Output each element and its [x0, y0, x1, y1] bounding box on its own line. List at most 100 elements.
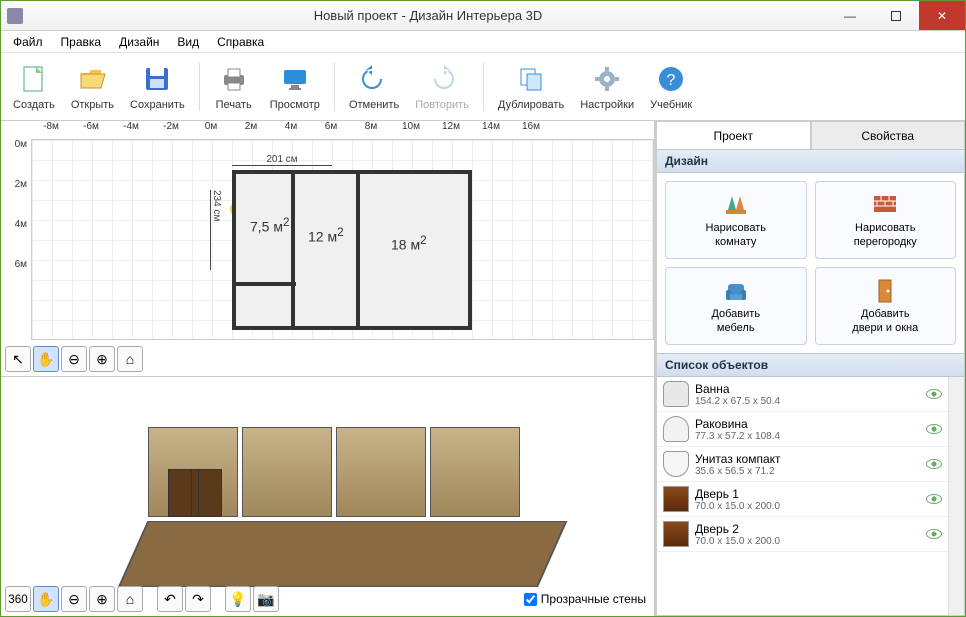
pencil-icon [722, 190, 750, 218]
left-pane: -8м-6м-4м-2м0м2м4м6м8м10м12м14м16м 0м2м4… [1, 121, 655, 616]
object-text: Ванна154.2 x 67.5 x 50.4 [695, 382, 920, 407]
2d-tool-strip: ↖ ✋ ⊖ ⊕ ⌂ [5, 346, 143, 372]
visibility-toggle[interactable] [926, 389, 942, 399]
menu-design[interactable]: Дизайн [111, 33, 167, 51]
transparent-walls-label: Прозрачные стены [541, 592, 646, 606]
duplicate-button[interactable]: Дублировать [490, 56, 572, 118]
visibility-toggle[interactable] [926, 459, 942, 469]
ruler-label: 0м [15, 139, 31, 179]
add-furniture-button[interactable]: Добавить мебель [665, 267, 807, 345]
home-view-button[interactable]: ⌂ [117, 346, 143, 372]
close-button[interactable]: ✕ [919, 1, 965, 30]
menu-help[interactable]: Справка [209, 33, 272, 51]
svg-text:?: ? [667, 72, 676, 89]
rotate-right-button[interactable]: ↷ [185, 586, 211, 612]
sink-icon [663, 416, 689, 442]
ruler-label: 6м [15, 259, 31, 299]
toolbar: Создать Открыть Сохранить Печать Просмот… [1, 53, 965, 121]
redo-icon [426, 63, 458, 95]
design-grid: Нарисовать комнату Нарисовать перегородк… [657, 173, 964, 353]
print-button[interactable]: Печать [206, 56, 262, 118]
zoom-out-button[interactable]: ⊖ [61, 346, 87, 372]
visibility-toggle[interactable] [926, 529, 942, 539]
side-tabs: Проект Свойства [656, 121, 965, 149]
new-file-icon [18, 63, 50, 95]
list-item[interactable]: Дверь 270.0 x 15.0 x 200.0 [657, 517, 948, 552]
ruler-label: -4м [111, 121, 151, 139]
ruler-label: 8м [351, 121, 391, 139]
object-name: Унитаз компакт [695, 452, 920, 466]
floorplan[interactable]: 7,5 м2 12 м2 18 м2 [232, 170, 472, 330]
section-design-head: Дизайн [657, 149, 964, 173]
preview-button[interactable]: Просмотр [262, 56, 328, 118]
ruler-vertical: 0м2м4м6м [1, 139, 31, 299]
zoom-out-3d-button[interactable]: ⊖ [61, 586, 87, 612]
zoom-in-button[interactable]: ⊕ [89, 346, 115, 372]
draw-room-button[interactable]: Нарисовать комнату [665, 181, 807, 259]
zoom-in-3d-button[interactable]: ⊕ [89, 586, 115, 612]
2d-canvas[interactable]: 201 см 234 см 7,5 м2 12 м2 18 м2 [31, 139, 654, 340]
ruler-horizontal: -8м-6м-4м-2м0м2м4м6м8м10м12м14м16м [31, 121, 654, 139]
visibility-toggle[interactable] [926, 494, 942, 504]
object-size: 154.2 x 67.5 x 50.4 [695, 396, 920, 407]
maximize-button[interactable] [873, 1, 919, 30]
toolbar-separator [199, 63, 200, 111]
pan-tool[interactable]: ✋ [33, 346, 59, 372]
tutor-button[interactable]: ?Учебник [642, 56, 700, 118]
list-item[interactable]: Унитаз компакт35.6 x 56.5 x 71.2 [657, 447, 948, 482]
object-text: Унитаз компакт35.6 x 56.5 x 71.2 [695, 452, 920, 477]
open-button[interactable]: Открыть [63, 56, 122, 118]
door-icon [663, 486, 689, 512]
object-text: Дверь 270.0 x 15.0 x 200.0 [695, 522, 920, 547]
object-list[interactable]: Ванна154.2 x 67.5 x 50.4 Раковина77.3 x 5… [657, 377, 948, 615]
list-item[interactable]: Ванна154.2 x 67.5 x 50.4 [657, 377, 948, 412]
redo-button[interactable]: Повторить [407, 56, 477, 118]
printer-icon [218, 63, 250, 95]
save-button[interactable]: Сохранить [122, 56, 193, 118]
object-name: Дверь 1 [695, 487, 920, 501]
visibility-toggle[interactable] [926, 424, 942, 434]
add-door-window-button[interactable]: Добавить двери и окна [815, 267, 957, 345]
3d-model[interactable] [118, 397, 538, 597]
object-size: 77.3 x 57.2 x 108.4 [695, 431, 920, 442]
help-icon: ? [655, 63, 687, 95]
settings-button[interactable]: Настройки [572, 56, 642, 118]
dimension-horizontal: 201 см [232, 154, 332, 166]
camera-button[interactable]: 📷 [253, 586, 279, 612]
minimize-button[interactable]: — [827, 1, 873, 30]
select-tool[interactable]: ↖ [5, 346, 31, 372]
save-icon [141, 63, 173, 95]
light-button[interactable]: 💡 [225, 586, 251, 612]
tab-properties[interactable]: Свойства [811, 121, 966, 149]
orbit-360-button[interactable]: 360 [5, 586, 31, 612]
menu-edit[interactable]: Правка [53, 33, 110, 51]
ruler-label: -6м [71, 121, 111, 139]
scrollbar[interactable] [948, 377, 964, 615]
create-button[interactable]: Создать [5, 56, 63, 118]
toolbar-separator [334, 63, 335, 111]
home-3d-button[interactable]: ⌂ [117, 586, 143, 612]
menu-file[interactable]: Файл [5, 33, 51, 51]
draw-wall-button[interactable]: Нарисовать перегородку [815, 181, 957, 259]
list-item[interactable]: Раковина77.3 x 57.2 x 108.4 [657, 412, 948, 447]
rotate-left-button[interactable]: ↶ [157, 586, 183, 612]
duplicate-icon [515, 63, 547, 95]
ruler-label: 2м [15, 179, 31, 219]
transparent-walls-input[interactable] [524, 593, 537, 606]
monitor-icon [279, 63, 311, 95]
ruler-label: 4м [15, 219, 31, 259]
undo-button[interactable]: Отменить [341, 56, 407, 118]
door-icon [663, 521, 689, 547]
3d-view[interactable]: 360 ✋ ⊖ ⊕ ⌂ ↶ ↷ 💡 📷 Прозрачные стены [1, 376, 654, 616]
2d-view[interactable]: -8м-6м-4м-2м0м2м4м6м8м10м12м14м16м 0м2м4… [1, 121, 654, 376]
transparent-walls-checkbox[interactable]: Прозрачные стены [524, 592, 646, 606]
titlebar: Новый проект - Дизайн Интерьера 3D — ✕ [1, 1, 965, 31]
pan-3d-tool[interactable]: ✋ [33, 586, 59, 612]
list-item[interactable]: Дверь 170.0 x 15.0 x 200.0 [657, 482, 948, 517]
toilet-icon [663, 451, 689, 477]
object-name: Дверь 2 [695, 522, 920, 536]
armchair-icon [722, 276, 750, 304]
menu-view[interactable]: Вид [169, 33, 207, 51]
ruler-label: -8м [31, 121, 71, 139]
tab-project[interactable]: Проект [656, 121, 811, 149]
